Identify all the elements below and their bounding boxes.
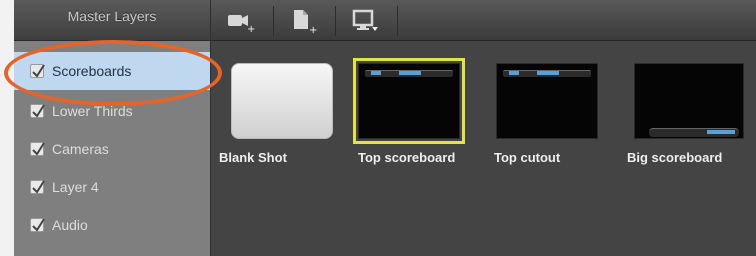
shot-label-top-cutout: Top cutout	[494, 150, 561, 165]
layer-item-audio[interactable]: Audio	[14, 206, 210, 244]
app-window: Master Layers Scoreboards Lower Thirds C…	[14, 0, 756, 256]
layer-label-scoreboards: Scoreboards	[52, 63, 132, 79]
layer-item-layer-4[interactable]: Layer 4	[14, 168, 210, 206]
add-document-button[interactable]: +	[281, 4, 325, 38]
checkbox-scoreboards[interactable]	[30, 64, 45, 78]
checkbox-lower-thirds[interactable]	[30, 104, 45, 118]
layer-item-lower-thirds[interactable]: Lower Thirds	[14, 92, 210, 130]
master-layers-panel: Master Layers Scoreboards Lower Thirds C…	[14, 0, 211, 256]
layer-item-cameras[interactable]: Cameras	[14, 130, 210, 168]
checkbox-audio[interactable]	[30, 218, 45, 232]
svg-text:+: +	[247, 24, 255, 33]
video-camera-add-icon: +	[228, 15, 255, 33]
document-add-icon: +	[294, 10, 317, 35]
add-camera-button[interactable]: +	[219, 4, 263, 38]
shot-thumbnail-top-scoreboard[interactable]	[353, 58, 465, 144]
toolbar-separator	[335, 6, 336, 36]
toolbar-separator	[273, 6, 274, 36]
shot-thumbnail-top-cutout[interactable]	[496, 63, 598, 139]
layer-label-audio: Audio	[52, 217, 88, 233]
toolbar: + +	[211, 0, 756, 41]
shot-label-top-scoreboard: Top scoreboard	[358, 150, 456, 165]
shot-thumbnail-big-scoreboard[interactable]	[634, 63, 744, 139]
scoreboard-chip	[707, 130, 735, 134]
scoreboard-chip	[537, 71, 559, 75]
master-layers-header: Master Layers	[14, 0, 210, 41]
checkbox-cameras[interactable]	[30, 142, 45, 156]
shots-grid: Blank Shot Top scoreboard Top cutout Big…	[211, 41, 756, 256]
shot-label-big-scoreboard: Big scoreboard	[627, 150, 723, 165]
layer-label-lower-thirds: Lower Thirds	[52, 103, 133, 119]
scoreboard-chip	[371, 71, 381, 75]
display-menu-button[interactable]	[343, 4, 387, 38]
scoreboard-chip	[399, 71, 421, 75]
layer-label-cameras: Cameras	[52, 141, 109, 157]
display-dropdown-icon	[352, 9, 378, 31]
checkbox-layer-4[interactable]	[30, 180, 45, 194]
svg-text:+: +	[309, 25, 317, 35]
shot-thumbnail-blank-shot[interactable]	[231, 63, 333, 139]
toolbar-separator	[397, 6, 398, 36]
layer-item-scoreboards[interactable]: Scoreboards	[14, 52, 210, 90]
layer-label-layer-4: Layer 4	[52, 179, 99, 195]
master-layers-title: Master Layers	[67, 8, 157, 24]
shot-label-blank-shot: Blank Shot	[219, 150, 287, 165]
scoreboard-chip	[509, 71, 519, 75]
